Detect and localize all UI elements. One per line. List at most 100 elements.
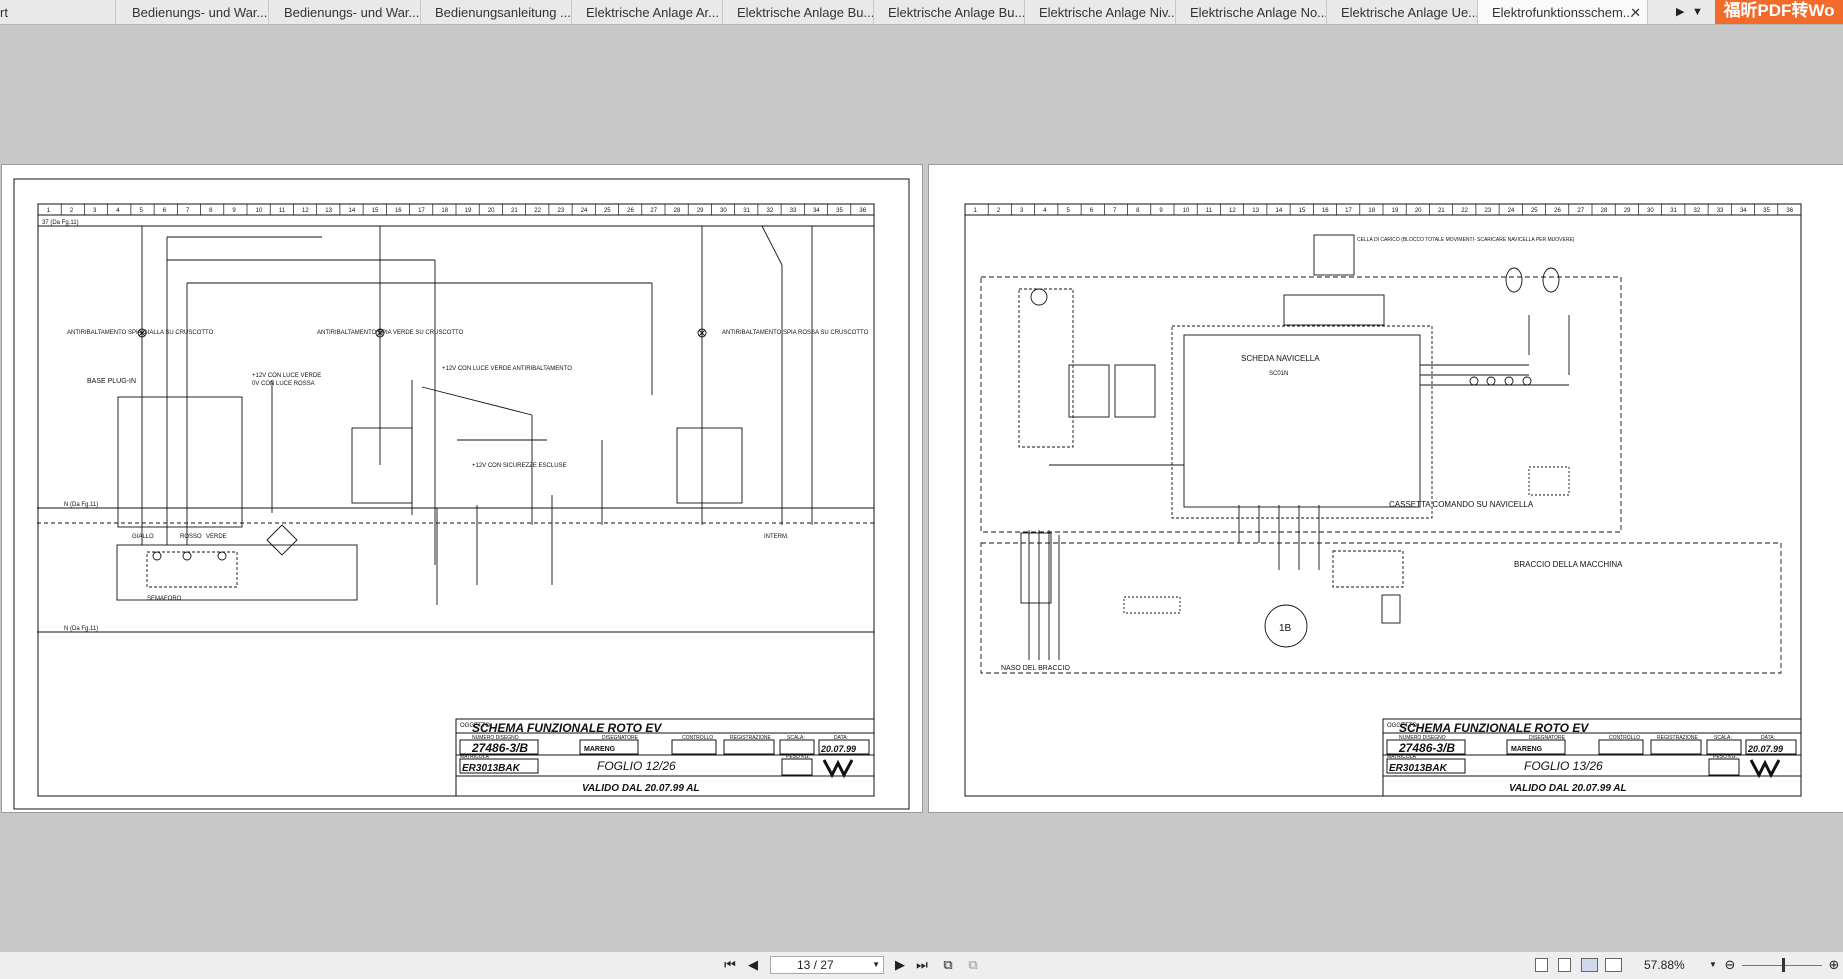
matricola-label: MATRICOLA bbox=[460, 754, 489, 760]
label-antiribalt-2: ANTIRIBALTAMENTO SPIA VERDE SU CRUSCOTTO bbox=[317, 330, 464, 336]
label-fg11: 37 (Da Fg.11) bbox=[42, 220, 79, 226]
ruler-number: 6 bbox=[163, 208, 167, 214]
label-sc01n: SC01N bbox=[1269, 371, 1288, 377]
ruler-number: 16 bbox=[1322, 208, 1329, 214]
tab-9[interactable]: Elektrische Anlage Ue... bbox=[1327, 0, 1478, 24]
tab-10[interactable]: Elektrofunktionsschem... ✕ bbox=[1478, 0, 1648, 24]
ruler-number: 28 bbox=[674, 208, 681, 214]
ruler-number: 28 bbox=[1601, 208, 1608, 214]
data-label: DATA: bbox=[1761, 735, 1775, 741]
ruler-number: 1 bbox=[974, 208, 978, 214]
ruler-number: 24 bbox=[1508, 208, 1515, 214]
next-view-icon[interactable]: ⧉ bbox=[965, 957, 981, 973]
next-page-icon[interactable]: ▶ bbox=[892, 957, 908, 973]
previous-view-icon[interactable]: ⧉ bbox=[940, 957, 956, 973]
ruler-number: 13 bbox=[325, 208, 332, 214]
ruler-number: 7 bbox=[186, 208, 190, 214]
ruler-number: 2 bbox=[997, 208, 1001, 214]
ruler-number: 34 bbox=[813, 208, 820, 214]
zoom-out-icon[interactable]: ⊖ bbox=[1722, 957, 1738, 973]
ruler-number: 11 bbox=[1206, 208, 1213, 214]
ruler-number: 4 bbox=[116, 208, 120, 214]
ruler-number: 3 bbox=[1020, 208, 1024, 214]
status-bar: ⏮ ◀ 13 / 27 ▼ ▶ ⏭ ⧉ ⧉ 57.88% ▼ ⊖ ⊕ bbox=[0, 951, 1843, 979]
matricola: ER3013BAK bbox=[1389, 763, 1448, 774]
ruler-number: 16 bbox=[395, 208, 402, 214]
ruler-number: 23 bbox=[558, 208, 565, 214]
ruler-number: 19 bbox=[1392, 208, 1399, 214]
tab-bar: rt Bedienungs- und War... Bedienungs- un… bbox=[0, 0, 1843, 25]
zoom-in-icon[interactable]: ⊕ bbox=[1826, 957, 1842, 973]
label-semaforo: SEMAFORO bbox=[147, 596, 182, 602]
document-viewer[interactable]: 1 2 3 4 5 6 7 8 9 10 11 12 13 14 15 16 17 18 19 20 21 22 23 24 2… bbox=[0, 25, 1843, 950]
ruler-number: 5 bbox=[1067, 208, 1071, 214]
tab-label: Bedienungs- und War... bbox=[284, 5, 420, 20]
tab-scroll-right-icon[interactable]: ▶ bbox=[1676, 0, 1684, 24]
diagram-title: SCHEMA FUNZIONALE ROTO EV bbox=[472, 721, 662, 735]
ruler-number: 31 bbox=[743, 208, 750, 214]
ruler-number: 13 bbox=[1252, 208, 1259, 214]
ruler-number: 26 bbox=[627, 208, 634, 214]
tab-label: Bedienungs- und War... bbox=[132, 5, 268, 20]
ruler-number: 5 bbox=[140, 208, 144, 214]
label-n-fg11: N (Da Fg.11) bbox=[64, 502, 98, 508]
single-page-view-icon[interactable] bbox=[1535, 958, 1548, 972]
label-avvolgitore: 1B bbox=[1279, 623, 1292, 634]
peso-label: PESO KG. bbox=[1713, 754, 1737, 760]
ruler-number: 29 bbox=[1624, 208, 1631, 214]
close-tab-icon[interactable]: ✕ bbox=[1630, 0, 1641, 24]
ruler-number: 10 bbox=[1183, 208, 1190, 214]
brand-logo: 福昕PDF转Wo bbox=[1715, 0, 1843, 24]
matricola: ER3013BAK bbox=[462, 763, 521, 774]
tab-4[interactable]: Elektrische Anlage Ar... bbox=[572, 0, 723, 24]
tab-3[interactable]: Bedienungsanleitung ... bbox=[421, 0, 572, 24]
label-base-plug: BASE PLUG-IN bbox=[87, 378, 136, 385]
schematic-left: 1 2 3 4 5 6 7 8 9 10 11 12 13 14 15 16 17 18 19 20 21 22 23 24 2… bbox=[13, 178, 910, 810]
last-page-icon[interactable]: ⏭ bbox=[914, 957, 930, 973]
tab-label: Elektrische Anlage Niv... bbox=[1039, 5, 1176, 20]
ruler-number: 7 bbox=[1113, 208, 1117, 214]
tab-6[interactable]: Elektrische Anlage Bu... bbox=[874, 0, 1025, 24]
ruler-number: 21 bbox=[511, 208, 518, 214]
label-giallo: GIALLO bbox=[132, 534, 154, 540]
ruler-number: 11 bbox=[279, 208, 286, 214]
ruler-number: 30 bbox=[720, 208, 727, 214]
page-indicator: 13 / 27 bbox=[797, 958, 834, 972]
disegnatore-label: DISEGNATORE bbox=[602, 735, 639, 741]
prev-page-icon[interactable]: ◀ bbox=[745, 957, 761, 973]
tab-2[interactable]: Bedienungs- und War... bbox=[270, 0, 421, 24]
ruler-number: 27 bbox=[650, 208, 657, 214]
continuous-facing-view-icon[interactable] bbox=[1605, 958, 1622, 972]
ruler-number: 31 bbox=[1670, 208, 1677, 214]
registrazione-label: REGISTRAZIONE bbox=[730, 735, 772, 741]
chevron-down-icon[interactable]: ▼ bbox=[872, 957, 880, 973]
ruler-number: 4 bbox=[1043, 208, 1047, 214]
ruler-number: 9 bbox=[232, 208, 236, 214]
label-antiribalt-1: ANTIRIBALTAMENTO SPIA GIALLA SU CRUSCOTT… bbox=[67, 330, 214, 336]
ruler-number: 24 bbox=[581, 208, 588, 214]
ruler-number: 33 bbox=[790, 208, 797, 214]
ruler-number: 32 bbox=[767, 208, 774, 214]
zoom-dropdown-icon[interactable]: ▼ bbox=[1705, 957, 1721, 973]
first-page-icon[interactable]: ⏮ bbox=[722, 957, 738, 973]
label-n-fg11-2: N (Da Fg.11) bbox=[64, 626, 98, 632]
tab-5[interactable]: Elektrische Anlage Bu... bbox=[723, 0, 874, 24]
ruler-number: 3 bbox=[93, 208, 97, 214]
tab-label: Elektrische Anlage Bu... bbox=[888, 5, 1025, 20]
ruler-number: 22 bbox=[1461, 208, 1468, 214]
tab-0[interactable]: rt bbox=[0, 0, 116, 24]
zoom-level[interactable]: 57.88% bbox=[1644, 958, 1685, 972]
tab-1[interactable]: Bedienungs- und War... bbox=[118, 0, 269, 24]
tab-7[interactable]: Elektrische Anlage Niv... bbox=[1025, 0, 1176, 24]
facing-view-icon[interactable] bbox=[1581, 958, 1598, 972]
ruler-number: 1 bbox=[47, 208, 51, 214]
continuous-view-icon[interactable] bbox=[1558, 958, 1571, 972]
ruler-number: 35 bbox=[1763, 208, 1770, 214]
ruler-number: 10 bbox=[256, 208, 263, 214]
tab-list-dropdown-icon[interactable]: ▼ bbox=[1692, 0, 1703, 24]
ruler-number: 27 bbox=[1577, 208, 1584, 214]
page-number-field[interactable]: 13 / 27 ▼ bbox=[770, 956, 884, 974]
tab-8[interactable]: Elektrische Anlage No... bbox=[1176, 0, 1327, 24]
zoom-slider-thumb[interactable] bbox=[1782, 958, 1785, 972]
ruler-number: 18 bbox=[1368, 208, 1375, 214]
